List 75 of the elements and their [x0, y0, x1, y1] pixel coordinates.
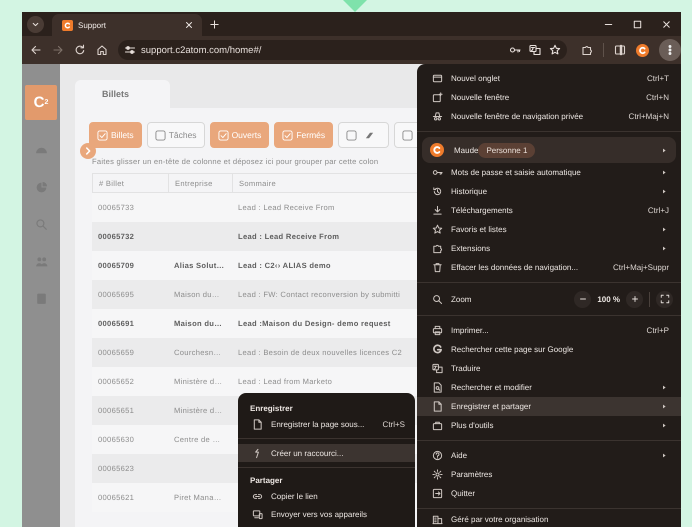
- download-icon: [432, 205, 443, 216]
- g-letter-icon: [432, 344, 443, 355]
- translate-icon[interactable]: [529, 44, 542, 56]
- puzzle-icon: [432, 243, 443, 254]
- menu-item[interactable]: Quitter: [417, 484, 681, 503]
- menu-item[interactable]: Copier le lien: [238, 487, 415, 505]
- shortcut-text: Ctrl+T: [647, 74, 669, 83]
- document-icon: [432, 401, 443, 412]
- forward-arrow-icon[interactable]: [52, 44, 64, 56]
- c-logo-icon: [62, 20, 73, 30]
- printer-icon: [432, 325, 443, 336]
- menu-item[interactable]: Envoyer vers vos appareils: [238, 505, 415, 523]
- trash-icon: [432, 262, 443, 273]
- side-panel-icon[interactable]: [614, 44, 626, 56]
- avatar-icon[interactable]: [636, 44, 650, 56]
- key-icon: [432, 167, 443, 178]
- plus-icon: [630, 294, 640, 304]
- translate-icon: [432, 363, 443, 374]
- zoom-label: Zoom: [451, 294, 472, 304]
- toolbox-icon: [432, 420, 443, 431]
- incognito-icon: [432, 111, 443, 122]
- devices-icon: [252, 508, 263, 520]
- home-icon[interactable]: [96, 44, 108, 56]
- close-icon[interactable]: [184, 20, 194, 30]
- menu-item[interactable]: Plus d'outils: [417, 416, 681, 435]
- zoom-out-button[interactable]: [574, 290, 592, 308]
- search-icon: [432, 294, 443, 304]
- profile-item[interactable]: Maude Personne 1: [422, 137, 676, 163]
- menu-item[interactable]: Enregistrer la page sous... Ctrl+S: [238, 415, 415, 433]
- menu-item[interactable]: Mots de passe et saisie automatique: [417, 163, 681, 182]
- menu-item[interactable]: Nouvelle fenêtre Ctrl+N: [417, 88, 681, 107]
- shortcut-text: Ctrl+S: [382, 420, 405, 428]
- menu-item[interactable]: Nouvelle fenêtre de navigation privée Ctrl+Maj+N: [417, 107, 681, 126]
- help-icon: [432, 450, 443, 461]
- close-icon[interactable]: [661, 18, 672, 30]
- chevron-right-icon: [83, 146, 93, 156]
- puzzle-icon[interactable]: [581, 44, 594, 56]
- reload-icon[interactable]: [74, 44, 86, 56]
- menu-item[interactable]: Aide: [417, 446, 681, 465]
- menu-item[interactable]: Nouvel onglet Ctrl+T: [417, 69, 681, 88]
- avatar-icon: [430, 143, 444, 157]
- browser-tab[interactable]: Support: [52, 14, 202, 36]
- zoom-in-button[interactable]: [626, 290, 643, 308]
- submenu-heading: Partager: [249, 474, 284, 487]
- settings-icon: [432, 469, 443, 480]
- maximize-icon[interactable]: [632, 18, 643, 30]
- pointer-triangle: [343, 0, 367, 12]
- document-search-icon: [432, 382, 443, 393]
- building-icon: [432, 514, 443, 525]
- zoom-level: 100 %: [597, 294, 620, 304]
- menu-button[interactable]: [659, 39, 681, 61]
- site-settings-icon[interactable]: [124, 44, 136, 56]
- star-icon: [432, 224, 443, 235]
- shortcut-text: Ctrl+N: [646, 93, 669, 102]
- menu-item[interactable]: Enregistrer et partager: [417, 397, 681, 416]
- new-window-icon: [432, 92, 443, 103]
- menu-item[interactable]: Créer un raccourci...: [238, 444, 415, 462]
- history-icon: [432, 186, 443, 197]
- star-icon[interactable]: [549, 44, 562, 56]
- tab-icon: [432, 73, 443, 84]
- fullscreen-button[interactable]: [656, 290, 673, 308]
- exit-icon: [432, 488, 443, 499]
- back-arrow-icon[interactable]: [30, 44, 42, 56]
- address-bar[interactable]: support.c2atom.com/home#/: [118, 40, 568, 60]
- page-tab[interactable]: Billets: [75, 80, 170, 108]
- filter-chip[interactable]: [338, 122, 390, 148]
- fullscreen-icon: [660, 294, 670, 304]
- menu-item[interactable]: Paramètres: [417, 465, 681, 484]
- profile-badge: Personne 1: [478, 142, 536, 158]
- submenu-heading: Enregistrer: [249, 402, 294, 415]
- new-tab-icon[interactable]: [209, 18, 220, 30]
- document-icon: [252, 418, 263, 430]
- menu-item[interactable]: Géré par votre organisation: [417, 514, 681, 525]
- tab-list-button[interactable]: [27, 16, 44, 32]
- shortcut-text: Ctrl+Maj+N: [628, 112, 669, 121]
